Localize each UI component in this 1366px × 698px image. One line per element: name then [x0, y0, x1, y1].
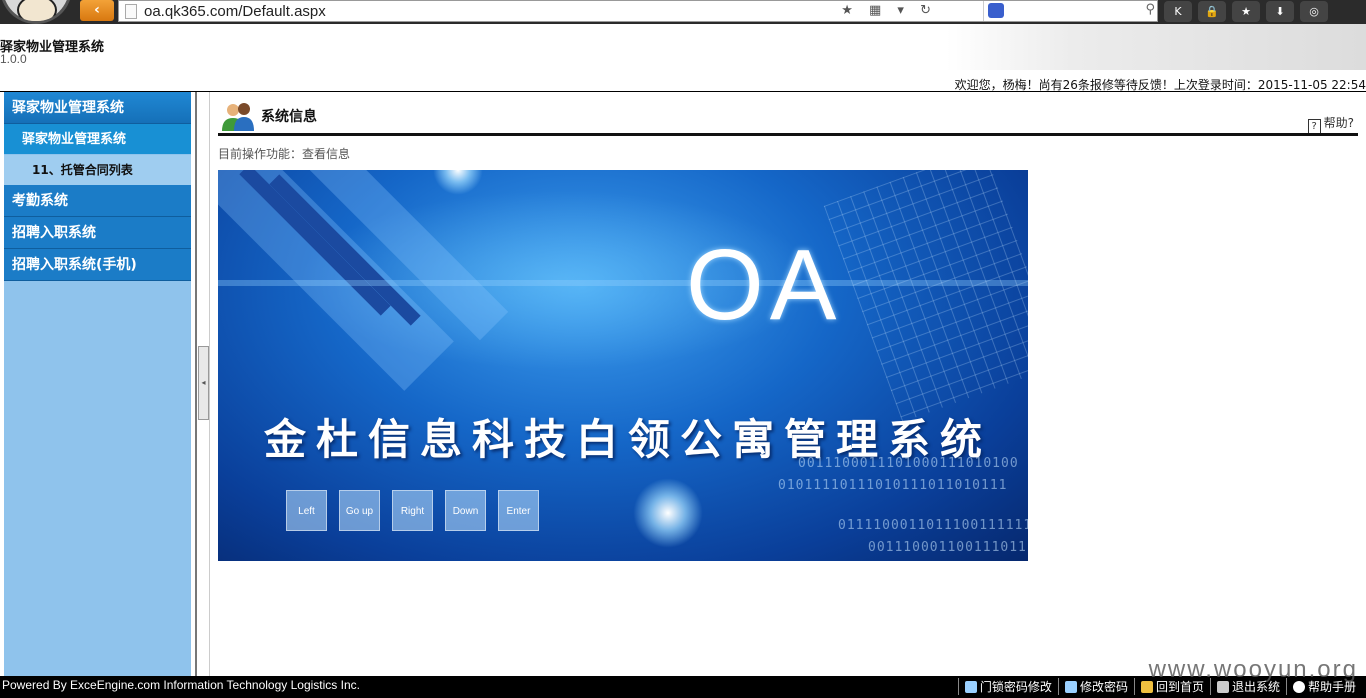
help-icon	[1292, 680, 1305, 693]
sidebar-item-attendance[interactable]: 考勤系统	[4, 185, 191, 217]
banner-logo-text: OA	[686, 229, 843, 341]
help-manual-label: 帮助手册	[1307, 680, 1356, 694]
content-left-border	[209, 92, 210, 676]
right-key-icon: Right	[392, 490, 433, 531]
footer-links: 门锁密码修改 修改密码 回到首页 退出系统 帮助手册	[957, 678, 1362, 695]
title-divider	[218, 133, 1358, 136]
header-divider	[0, 91, 1366, 92]
k-icon[interactable]: K	[1164, 1, 1192, 22]
help-label: 帮助?	[1323, 116, 1354, 130]
oa-banner-image: OA 金杜信息科技白领公寓管理系统 0011100011101000111010…	[218, 170, 1028, 561]
lock-icon[interactable]: 🔒	[1198, 1, 1226, 22]
page-title: 系统信息	[261, 109, 317, 125]
sidebar-subitem-property-system[interactable]: 驿家物业管理系统	[4, 124, 191, 155]
logout-label: 退出系统	[1231, 680, 1280, 694]
sidebar: 驿家物业管理系统 驿家物业管理系统 11、托管合同列表 考勤系统 招聘入职系统 …	[4, 92, 191, 676]
enter-key-icon: Enter	[498, 490, 539, 531]
extension-icons: K 🔒 ★ ⬇ ◎	[1164, 1, 1328, 23]
pane-splitter[interactable]	[195, 92, 197, 676]
app-header: 驿家物业管理系统 1.0.0 欢迎您，杨梅！尚有26条报修等待反馈！上次登录时间…	[0, 24, 1366, 92]
lock-password-link[interactable]: 门锁密码修改	[957, 678, 1058, 695]
sidebar-item-recruitment-mobile[interactable]: 招聘入职系统(手机)	[4, 249, 191, 281]
avatar-face-icon	[17, 0, 57, 21]
up-key-icon: Go up	[339, 490, 380, 531]
users-icon	[964, 680, 977, 693]
banner-binary-line: 0011100011101000111010100	[798, 456, 1019, 471]
browser-avatar[interactable]	[0, 0, 72, 24]
search-icon[interactable]: ⚲	[1145, 2, 1155, 17]
users-icon	[1064, 680, 1077, 693]
sidebar-item-recruitment[interactable]: 招聘入职系统	[4, 217, 191, 249]
search-engine-icon[interactable]	[988, 3, 1004, 18]
sidebar-item-property-system[interactable]: 驿家物业管理系统	[4, 92, 191, 124]
home-link[interactable]: 回到首页	[1133, 678, 1210, 695]
sidebar-collapse-handle[interactable]: ◂	[198, 346, 209, 420]
lock-password-label: 门锁密码修改	[979, 680, 1052, 694]
address-bar[interactable]: oa.qk365.com/Default.aspx ★ ▦ ▾ ↻ ⚲	[118, 0, 1158, 22]
current-operation: 目前操作功能：查看信息	[218, 147, 351, 161]
gamepad-icon[interactable]: ◎	[1300, 1, 1328, 22]
footer-bar: www.wooyun.org Powered By ExceEngine.com…	[0, 656, 1366, 698]
banner-key-icons: Left Go up Right Down Enter	[286, 490, 539, 531]
banner-binary-line: 0011100011001110111011	[868, 540, 1028, 555]
change-password-link[interactable]: 修改密码	[1057, 678, 1134, 695]
home-label: 回到首页	[1155, 680, 1204, 694]
help-icon: ?	[1307, 119, 1321, 134]
powered-by-text: Powered By ExceEngine.com Information Te…	[2, 678, 360, 692]
banner-binary-line: 01111000110111001111111	[838, 518, 1028, 533]
sidebar-subitem-contract-list[interactable]: 11、托管合同列表	[4, 155, 191, 185]
header-decoration	[946, 24, 1366, 70]
address-bar-icons[interactable]: ★ ▦ ▾ ↻	[841, 3, 937, 18]
download-icon[interactable]: ⬇	[1266, 1, 1294, 22]
logout-link[interactable]: 退出系统	[1209, 678, 1286, 695]
change-password-label: 修改密码	[1079, 680, 1128, 694]
banner-orb	[633, 478, 703, 548]
home-icon	[1140, 680, 1153, 693]
banner-binary-line: 01011110111010111011010111	[778, 478, 1008, 493]
users-icon	[222, 103, 254, 131]
help-manual-link[interactable]: 帮助手册	[1285, 678, 1362, 695]
logout-icon	[1216, 680, 1229, 693]
left-key-icon: Left	[286, 490, 327, 531]
search-box[interactable]: ⚲	[983, 1, 1159, 21]
url-text[interactable]: oa.qk365.com/Default.aspx	[144, 1, 326, 22]
page-icon	[125, 4, 137, 19]
help-link[interactable]: ? 帮助?	[1307, 114, 1354, 134]
down-key-icon: Down	[445, 490, 486, 531]
banner-circuit-grid	[823, 170, 1028, 423]
system-version: 1.0.0	[0, 52, 27, 66]
browser-toolbar: ‹ oa.qk365.com/Default.aspx ★ ▦ ▾ ↻ ⚲ K …	[0, 0, 1366, 24]
star-icon[interactable]: ★	[1232, 1, 1260, 22]
back-button[interactable]: ‹	[80, 0, 114, 21]
